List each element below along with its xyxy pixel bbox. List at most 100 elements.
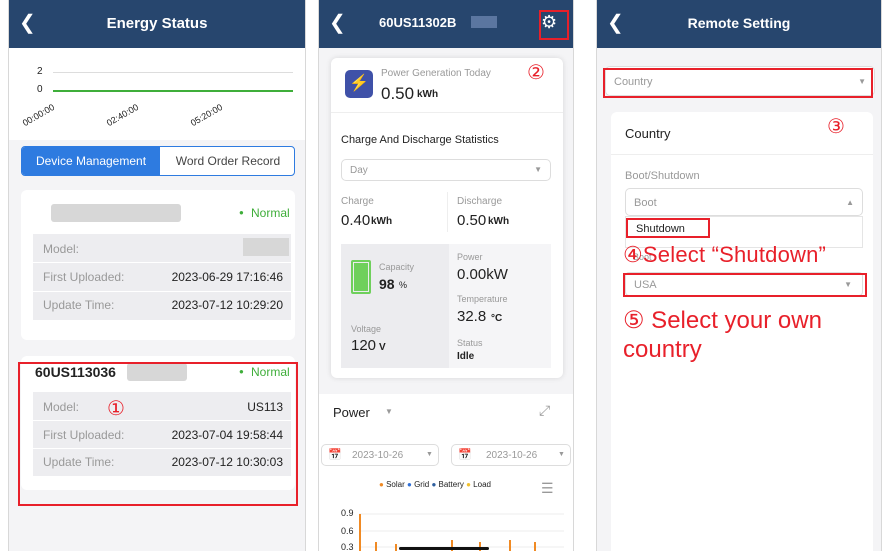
gen-unit: kWh	[417, 89, 439, 100]
section-title: Country	[625, 126, 671, 141]
info-value: 2023-06-29 17:16:46	[171, 270, 283, 284]
y-tick: 0.9	[341, 508, 354, 518]
chevron-down-icon: ▼	[534, 165, 542, 174]
chevron-up-icon: ▲	[846, 198, 854, 207]
status-badge: Normal	[251, 206, 290, 220]
remote-setting-screen: ❮ Remote Setting Country ▼ Country ③ Boo…	[596, 0, 882, 551]
charge-value: 0.40	[341, 212, 371, 229]
highlight-box	[603, 68, 873, 98]
tab-bar: Device Management Word Order Record	[21, 146, 295, 176]
y-tick: 2	[37, 66, 43, 77]
temperature-label: Temperature	[457, 294, 508, 304]
highlight-box	[623, 273, 867, 297]
step-marker: ①	[107, 396, 125, 420]
calendar-icon: 📅	[328, 449, 342, 461]
info-label: First Uploaded:	[43, 270, 125, 284]
capacity-unit: %	[399, 280, 408, 290]
gen-value: 0.50	[381, 84, 415, 103]
x-tick: 05:20:00	[188, 101, 225, 129]
gen-label: Power Generation Today	[381, 68, 491, 79]
info-label: Update Time:	[43, 298, 115, 312]
period-value: Day	[350, 165, 368, 176]
header: ❮ 60US11302B ⚙	[319, 0, 573, 48]
power-label: Power	[457, 252, 483, 262]
highlight-box	[539, 10, 569, 40]
filter-icon[interactable]: ☰	[541, 480, 554, 497]
legend-dot-solar: ●	[379, 480, 384, 489]
legend-solar: Solar	[386, 480, 405, 489]
charge-unit: kWh	[371, 216, 393, 227]
grid-line	[53, 72, 293, 73]
series-line	[53, 90, 293, 92]
stats-title: Charge And Discharge Statistics	[341, 134, 499, 146]
info-value: 2023-07-12 10:29:20	[171, 298, 283, 312]
x-tick: 02:40:00	[104, 101, 141, 129]
status-value: Idle	[457, 351, 475, 362]
x-tick: 00:00:00	[20, 101, 57, 129]
bar-solar	[359, 514, 361, 551]
temperature-unit: °C	[491, 313, 503, 324]
redacted-model	[243, 238, 289, 256]
charge-label: Charge	[341, 196, 374, 207]
home-indicator	[399, 547, 489, 550]
divider	[611, 154, 873, 155]
bar-solar	[395, 544, 397, 551]
step5-instruction: ⑤ Select your own country	[623, 307, 822, 363]
discharge-label: Discharge	[457, 196, 503, 207]
power-select[interactable]: Power	[333, 405, 370, 420]
power-chart	[359, 513, 564, 551]
legend-dot-battery: ●	[431, 480, 437, 489]
divider	[33, 291, 291, 292]
status-label: Status	[457, 338, 483, 348]
date-start-picker[interactable]: 📅 2023-10-26 ▼	[321, 444, 439, 466]
legend-dot-load: ●	[466, 480, 471, 489]
back-icon[interactable]: ❮	[329, 12, 346, 34]
period-select[interactable]: Day ▼	[341, 159, 551, 181]
divider	[331, 112, 563, 113]
legend-grid: Grid	[414, 480, 430, 489]
power-panel: Power 0.00kW Temperature 32.8 °C Status …	[449, 244, 551, 368]
voltage-value: 120	[351, 337, 377, 354]
legend-dot-grid: ●	[407, 480, 412, 489]
voltage-label: Voltage	[351, 324, 382, 334]
lightning-icon: ⚡	[345, 70, 373, 98]
power-value: 0.00kW	[457, 266, 508, 283]
redacted-title	[471, 16, 497, 28]
stats-card: ⚡ Power Generation Today 0.50 kWh Charge…	[331, 58, 563, 378]
battery-panel: Capacity 98 % Voltage 120 V Power 0.00kW…	[341, 244, 551, 368]
discharge-value: 0.50	[457, 212, 487, 229]
header: ❮ Remote Setting	[597, 0, 881, 48]
chevron-down-icon[interactable]: ▼	[385, 407, 393, 416]
calendar-icon: 📅	[458, 449, 472, 461]
boot-shutdown-select[interactable]: Boot ▲	[625, 188, 863, 216]
step-marker: ③	[827, 114, 845, 138]
bar-solar	[509, 540, 511, 551]
chart-area: 2 0 00:00:00 02:40:00 05:20:00	[9, 48, 305, 140]
tab-device-management[interactable]: Device Management	[22, 147, 160, 175]
highlight-box	[626, 218, 710, 238]
device-info: Model: First Uploaded: 2023-06-29 17:16:…	[33, 234, 291, 320]
tab-work-order-record[interactable]: Word Order Record	[160, 147, 294, 175]
page-title: Energy Status	[106, 15, 208, 32]
device-detail-screen: ❮ 60US11302B ⚙ ⚡ Power Generation Today …	[318, 0, 574, 551]
date-end-picker[interactable]: 📅 2023-10-26 ▼	[451, 444, 571, 466]
chevron-down-icon: ▼	[558, 451, 565, 458]
battery-icon	[351, 260, 371, 294]
date-end: 2023-10-26	[486, 450, 538, 461]
field-label: Boot/Shutdown	[625, 170, 700, 182]
legend-load: Load	[473, 480, 491, 489]
voltage-unit: V	[379, 342, 386, 353]
redacted-device-name	[51, 204, 181, 222]
bar-solar	[534, 542, 536, 551]
status-dot-icon: ●	[239, 208, 244, 217]
discharge-unit: kWh	[488, 216, 510, 227]
select-value: Boot	[634, 197, 657, 209]
date-start: 2023-10-26	[352, 450, 404, 461]
chevron-down-icon: ▼	[426, 451, 433, 458]
device-card[interactable]: ● Normal Model: First Uploaded: 2023-06-…	[21, 190, 295, 340]
chart-section: 📅 2023-10-26 ▼ 📅 2023-10-26 ▼ ● Solar ● …	[319, 430, 573, 551]
step4-instruction: ④Select “Shutdown”	[623, 242, 827, 267]
expand-icon[interactable]: ⤢	[539, 402, 550, 419]
step-marker: ②	[527, 60, 545, 84]
y-tick: 0.3	[341, 542, 354, 551]
